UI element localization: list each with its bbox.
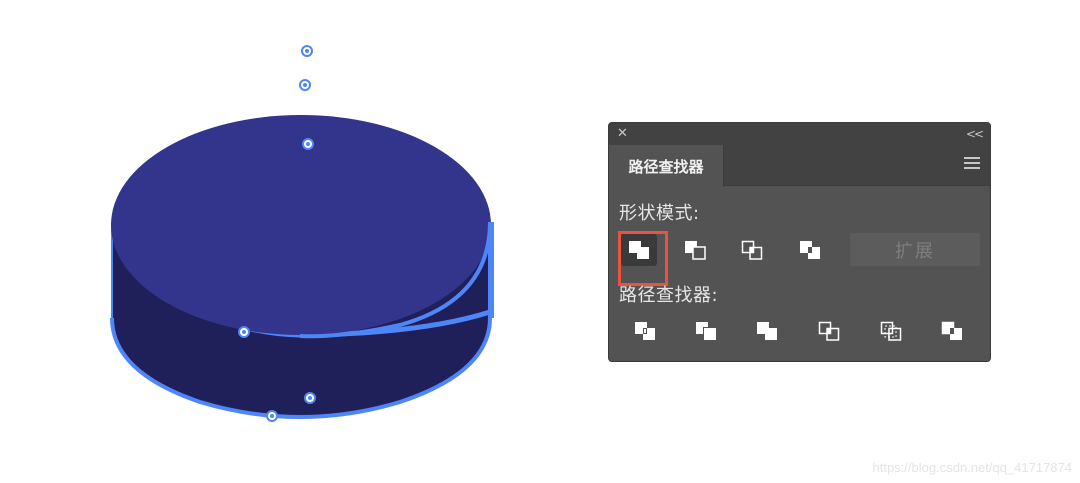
merge-button[interactable] [749, 315, 785, 347]
tab-pathfinder[interactable]: 路径查找器 [609, 145, 724, 187]
outline-icon [880, 321, 902, 341]
merge-icon [757, 322, 777, 340]
outline-button[interactable] [873, 315, 909, 347]
hamburger-menu-icon[interactable] [964, 157, 980, 171]
canvas: ✕ << 路径查找器 形状模式: 扩展 路径查找器: https://blog.… [0, 0, 1080, 483]
collapse-icon[interactable]: << [966, 125, 984, 143]
minus-front-button[interactable] [677, 234, 713, 266]
intersect-button[interactable] [734, 234, 770, 266]
unite-icon [629, 241, 649, 259]
panel-tab-bar: 路径查找器 [609, 145, 990, 187]
trim-button[interactable] [688, 315, 724, 347]
minus-back-button[interactable] [934, 315, 970, 347]
minus-front-icon [685, 241, 706, 260]
cylinder-artwork[interactable] [0, 0, 600, 483]
unite-button[interactable] [618, 231, 668, 286]
intersect-icon [741, 240, 763, 260]
cylinder-top [111, 115, 491, 335]
exclude-icon [800, 241, 820, 259]
watermark: https://blog.csdn.net/qq_41717874 [872, 460, 1073, 475]
minus-back-icon [941, 321, 962, 340]
divide-icon [635, 322, 655, 340]
shape-modes-label: 形状模式: [619, 203, 700, 224]
trim-icon [696, 322, 717, 341]
exclude-button[interactable] [792, 234, 828, 266]
panel-title-bar[interactable]: ✕ << [609, 123, 990, 145]
expand-button[interactable]: 扩展 [850, 233, 980, 266]
close-icon[interactable]: ✕ [617, 125, 628, 143]
crop-icon [818, 321, 840, 341]
divide-button[interactable] [627, 315, 663, 347]
pathfinder-panel: ✕ << 路径查找器 形状模式: 扩展 路径查找器: [608, 122, 991, 362]
crop-button[interactable] [811, 315, 847, 347]
pathfinders-label: 路径查找器: [619, 285, 719, 306]
